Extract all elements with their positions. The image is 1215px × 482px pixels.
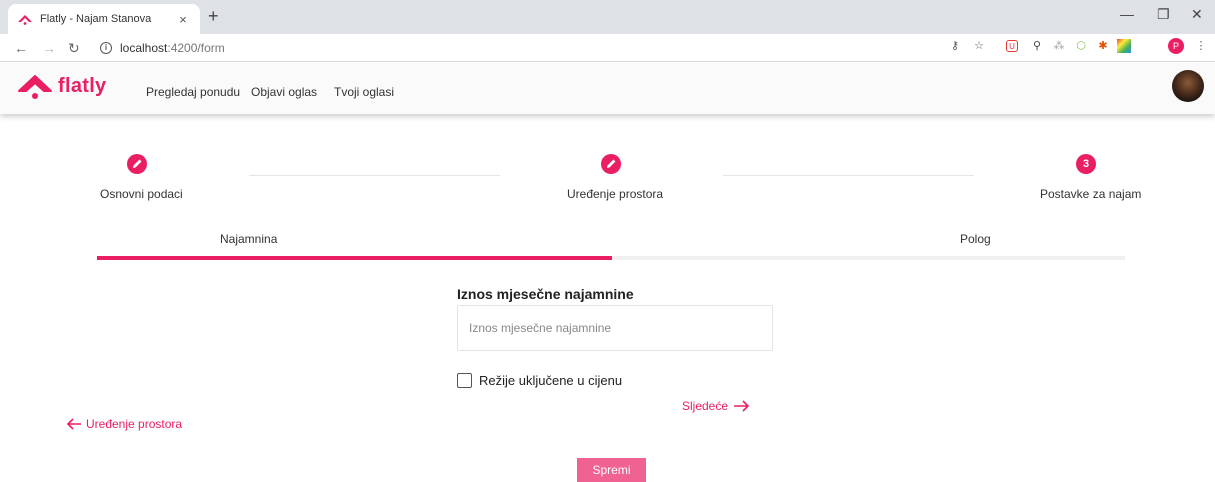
nav-link-post-ad[interactable]: Objavi oglas	[251, 85, 317, 99]
profile-avatar-icon[interactable]: P	[1168, 38, 1184, 54]
address-bar[interactable]: i localhost:4200/form	[92, 37, 1122, 59]
brand-name: flatly	[58, 74, 107, 97]
forward-icon[interactable]: →	[42, 40, 56, 56]
extension-shield-icon[interactable]: U	[1006, 40, 1018, 52]
close-window-icon[interactable]: ✕	[1191, 6, 1203, 23]
back-link-label: Uređenje prostora	[86, 417, 183, 431]
new-tab-icon[interactable]: +	[208, 6, 219, 27]
user-avatar[interactable]	[1172, 70, 1204, 102]
tab-deposit[interactable]: Polog	[960, 232, 991, 246]
url-path: :4200/form	[167, 41, 225, 55]
extension-grid-icon[interactable]: ⁂	[1052, 39, 1066, 53]
arrow-left-icon	[66, 418, 81, 430]
arrow-right-icon	[734, 400, 750, 412]
browser-tab[interactable]: Flatly - Najam Stanova ×	[8, 4, 200, 34]
back-icon[interactable]: ←	[14, 40, 28, 56]
nav-link-browse[interactable]: Pregledaj ponudu	[146, 85, 240, 99]
flatly-logo-icon	[18, 75, 52, 99]
tab-rent[interactable]: Najamnina	[220, 232, 277, 246]
close-tab-icon[interactable]: ×	[176, 12, 190, 27]
back-link[interactable]: Uređenje prostora	[66, 417, 182, 431]
bookmark-star-icon[interactable]: ☆	[972, 39, 986, 53]
step-3-number[interactable]: 3	[1076, 154, 1096, 174]
key-icon[interactable]: ⚷	[948, 39, 962, 53]
browser-tab-title: Flatly - Najam Stanova	[40, 13, 152, 25]
extension-pin-icon[interactable]: ⚲	[1030, 39, 1044, 53]
url-host: localhost	[120, 41, 168, 55]
step-1-label[interactable]: Osnovni podaci	[100, 187, 183, 201]
flatly-favicon-icon	[18, 15, 32, 25]
browser-tab-bar: Flatly - Najam Stanova × + — ❐ ✕	[0, 0, 1215, 34]
extension-color-icon[interactable]	[1117, 39, 1131, 53]
restore-icon[interactable]: ❐	[1157, 6, 1170, 23]
utilities-included-checkbox[interactable]: Režije uključene u cijenu	[457, 373, 622, 388]
step-2-label[interactable]: Uređenje prostora	[567, 187, 663, 201]
rent-amount-label: Iznos mjesečne najamnine	[457, 286, 634, 302]
extension-fox-icon[interactable]: ✱	[1096, 39, 1110, 53]
rent-amount-input[interactable]	[457, 305, 773, 351]
save-button[interactable]: Spremi	[577, 458, 646, 482]
site-info-icon[interactable]: i	[100, 42, 112, 54]
step-1-pencil-icon[interactable]	[127, 154, 147, 174]
nav-link-my-ads[interactable]: Tvoji oglasi	[334, 85, 394, 99]
step-connector	[723, 175, 974, 176]
browser-menu-icon[interactable]: ⋮	[1194, 39, 1208, 53]
tab-active-indicator	[97, 256, 612, 260]
step-2-pencil-icon[interactable]	[601, 154, 621, 174]
brand-logo[interactable]: flatly	[18, 72, 106, 100]
step-3-label[interactable]: Postavke za najam	[1040, 187, 1141, 201]
reload-icon[interactable]: ↻	[68, 40, 80, 57]
app-navbar: flatly Pregledaj ponudu Objavi oglas Tvo…	[0, 62, 1215, 114]
step-connector	[249, 175, 500, 176]
checkbox-box[interactable]	[457, 373, 472, 388]
next-link-label: Sljedeće	[682, 399, 729, 413]
utilities-included-label: Režije uključene u cijenu	[479, 373, 623, 388]
minimize-icon[interactable]: —	[1120, 6, 1134, 22]
next-link[interactable]: Sljedeće	[682, 399, 751, 413]
extension-hex-icon[interactable]: ⬡	[1074, 39, 1088, 53]
